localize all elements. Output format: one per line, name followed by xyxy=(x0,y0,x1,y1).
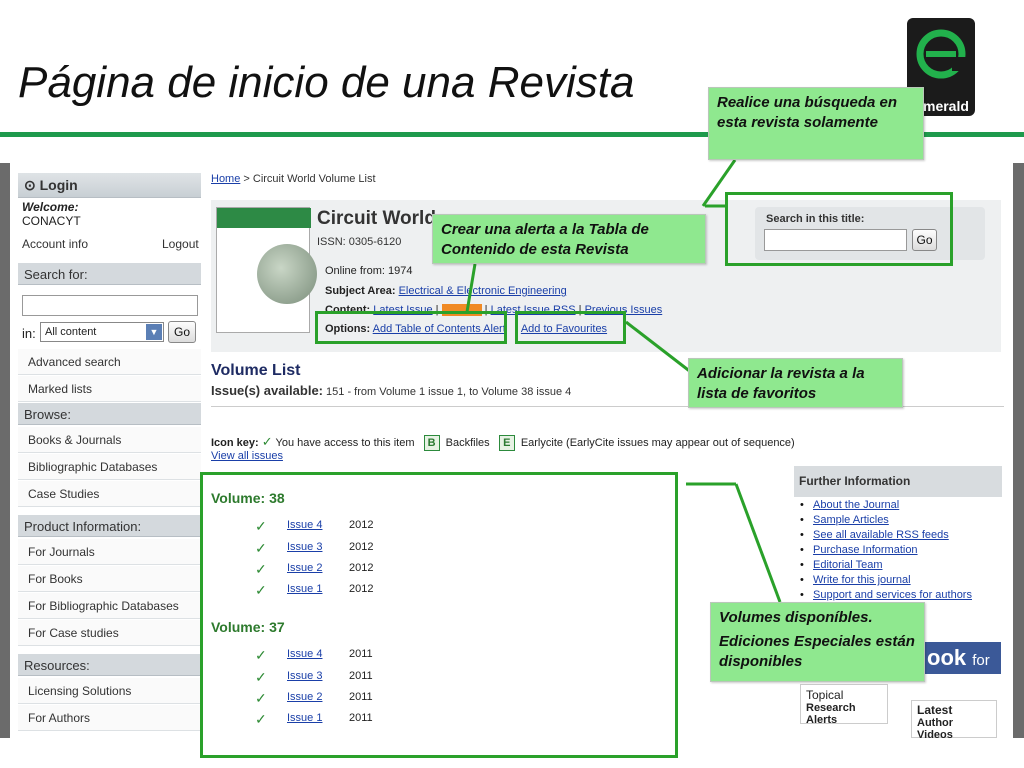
volumes-callout: Volumes disponíbles. Ediciones Especiale… xyxy=(710,602,925,682)
volumes-callout-line-1: Volumes disponíbles. xyxy=(719,609,873,626)
search-connector xyxy=(701,159,737,207)
volumes-callout-line-2: Ediciones Especiales están disponibles xyxy=(719,633,915,670)
toc-alert-callout: Crear una alerta a la Tabla de Contenido… xyxy=(432,214,706,264)
favourites-callout: Adicionar la revista a la lista de favor… xyxy=(688,358,903,408)
search-callout: Realice una búsqueda en esta revista sol… xyxy=(708,87,924,160)
volumes-connector xyxy=(734,483,782,603)
favourites-connector xyxy=(625,320,697,378)
alert-connector xyxy=(465,263,477,313)
